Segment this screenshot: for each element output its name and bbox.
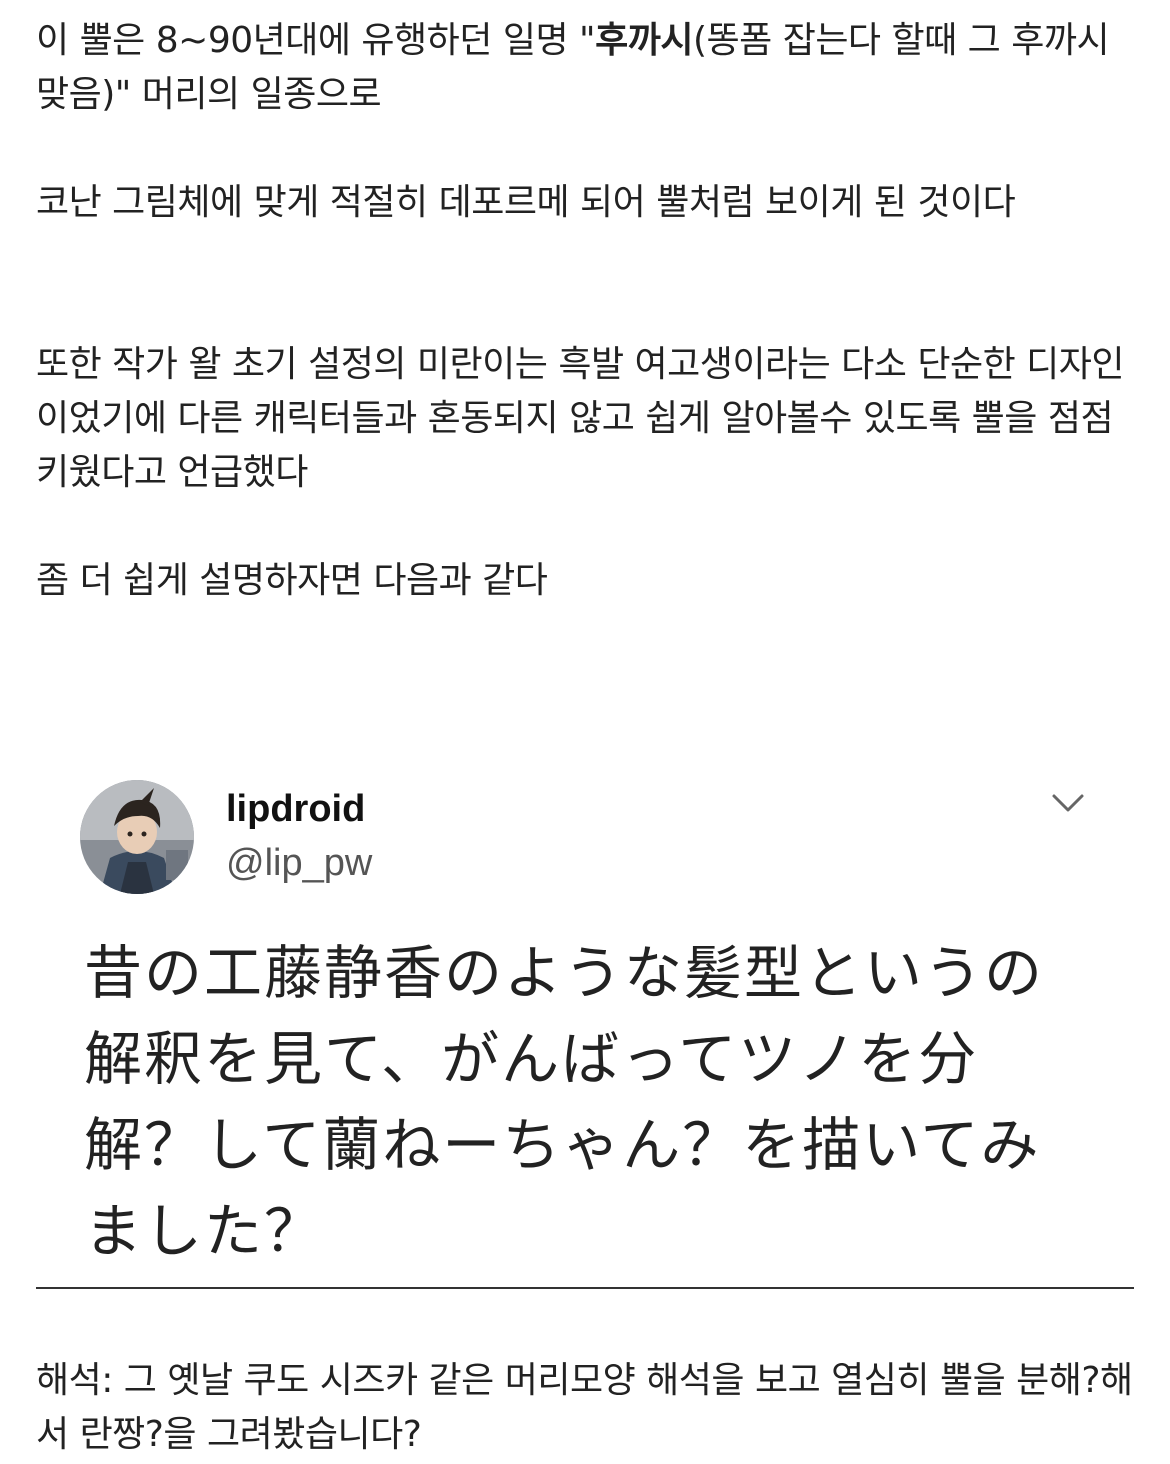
tweet-text: 昔の工藤静香のような髪型というの解釈を見て、がんばってツノを分解？して蘭ねーちゃ… [84, 939, 1045, 1265]
paragraph-deformation: 코난 그림체에 맞게 적절히 데포르메 되어 뿔처럼 보이게 된 것이다 [36, 182, 1016, 223]
paragraph-hairstyle: 이 뿔은 8~90년대에 유행하던 일명 "후까시(똥폼 잡는다 할때 그 후까… [36, 14, 1146, 122]
translation-text: 해석: 그 옛날 쿠도 시즈카 같은 머리모양 해석을 보고 열심히 뿔을 분해… [36, 1360, 1133, 1455]
divider [36, 1287, 1134, 1289]
paragraph-intro-example: 좀 더 쉽게 설명하자면 다음과 같다 [36, 560, 548, 601]
avatar[interactable] [80, 780, 194, 894]
paragraph-author-comment: 또한 작가 왈 초기 설정의 미란이는 흑발 여고생이라는 다소 단순한 디자인… [36, 344, 1125, 493]
article-body: 이 뿔은 8~90년대에 유행하던 일명 "후까시(똥폼 잡는다 할때 그 후까… [36, 14, 1146, 608]
paragraph-hairstyle-lead: 이 뿔은 8~90년대에 유행하던 일명 " [36, 20, 596, 61]
highlight-term: 후까시 [595, 20, 693, 61]
chevron-down-icon[interactable] [1046, 788, 1090, 818]
tweet-display-name[interactable]: lipdroid [226, 788, 365, 831]
tweet-handle[interactable]: @lip_pw [226, 842, 372, 885]
avatar-image [80, 780, 194, 894]
